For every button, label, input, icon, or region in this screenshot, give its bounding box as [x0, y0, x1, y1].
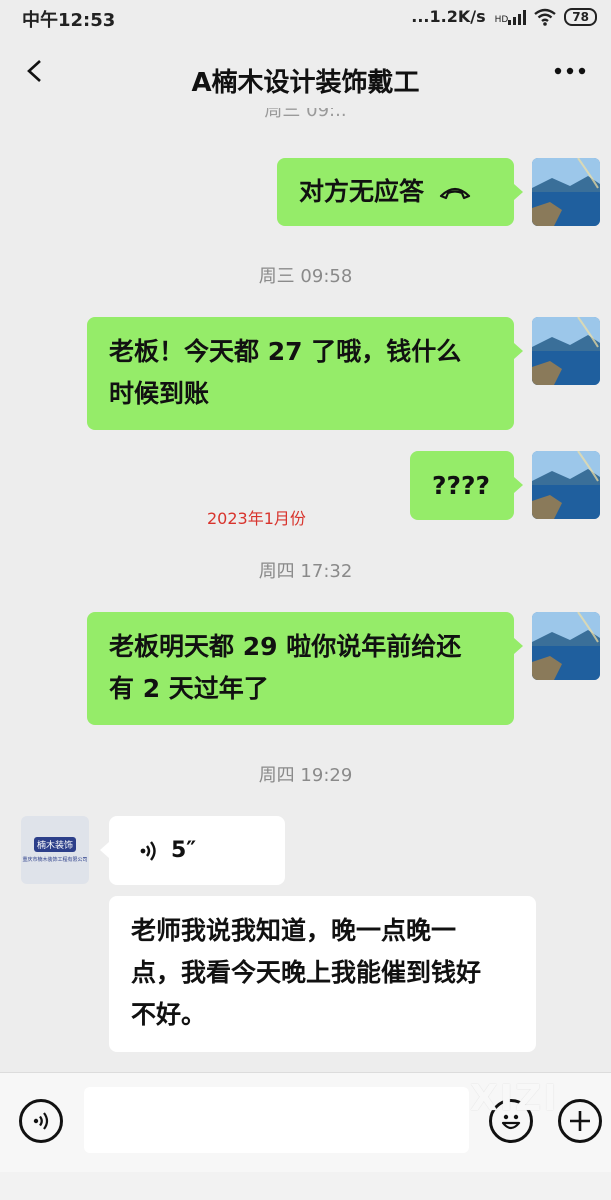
- message-bubble-call[interactable]: 对方无应答: [277, 158, 514, 226]
- timestamp: 周四 17:32: [258, 561, 353, 582]
- bubble-tail: [514, 343, 523, 359]
- landscape-avatar-image: [532, 158, 600, 226]
- more-dots-icon[interactable]: [553, 64, 587, 78]
- my-avatar[interactable]: [532, 451, 600, 519]
- hd-label: HD: [494, 14, 509, 25]
- battery-indicator: 78: [564, 7, 597, 26]
- message-input[interactable]: [84, 1087, 469, 1153]
- message-line: 有 2 天过年了: [109, 674, 269, 703]
- bubble-tail: [514, 477, 523, 493]
- my-avatar[interactable]: [532, 158, 600, 226]
- voice-duration: 5″: [171, 837, 197, 863]
- chat-header: A楠木设计装饰戴工: [0, 40, 611, 112]
- my-avatar[interactable]: [532, 612, 600, 680]
- system-nav-bar: [0, 1172, 611, 1200]
- message-line: 不好。: [131, 1000, 207, 1029]
- bubble-tail: [514, 184, 523, 200]
- bubble-tail: [514, 638, 523, 654]
- landscape-avatar-image: [532, 451, 600, 519]
- message-bubble[interactable]: 老板明天都 29 啦你说年前给还 有 2 天过年了: [87, 612, 514, 725]
- watermark: XIZI: [470, 1078, 559, 1119]
- message-line: 老板明天都 29 啦你说年前给还: [109, 632, 462, 661]
- status-time: 中午12:53: [22, 10, 116, 31]
- message-bubble[interactable]: ????: [410, 451, 514, 520]
- voice-wave-icon: [140, 840, 156, 861]
- voice-message-bubble[interactable]: 5″: [109, 816, 285, 885]
- voice-input-button[interactable]: [19, 1099, 63, 1143]
- message-line: 点，我看今天晚上我能催到钱好: [131, 958, 482, 987]
- wifi-icon: [534, 8, 557, 26]
- net-speed: ...1.2K/s: [411, 7, 486, 26]
- plus-icon: [570, 1111, 590, 1131]
- company-logo: 楠木装饰: [33, 837, 76, 852]
- status-right: ...1.2K/s HD 78: [411, 7, 597, 26]
- company-name: 重庆市楠木装饰工程有限公司: [22, 857, 88, 863]
- hangup-phone-icon: [439, 187, 471, 200]
- contact-avatar[interactable]: 楠木装饰 重庆市楠木装饰工程有限公司: [21, 816, 89, 884]
- call-status-text: 对方无应答: [299, 177, 425, 206]
- chat-title: A楠木设计装饰戴工: [191, 68, 420, 98]
- landscape-avatar-image: [532, 612, 600, 680]
- signal-icon: HD: [494, 9, 527, 25]
- timestamp-clipped: 周三 09:..: [264, 108, 347, 121]
- plus-button[interactable]: [558, 1099, 602, 1143]
- voice-input-icon: [33, 1112, 49, 1130]
- my-avatar[interactable]: [532, 317, 600, 385]
- timestamp: 周三 09:58: [258, 266, 353, 287]
- annotation-text: 2023年1月份: [207, 509, 306, 528]
- timestamp: 周四 19:29: [258, 765, 353, 786]
- message-bubble[interactable]: 老板！今天都 27 了哦，钱什么 时候到账: [87, 317, 514, 430]
- bubble-tail: [100, 842, 109, 858]
- message-line: 老板！今天都 27 了哦，钱什么: [109, 337, 462, 366]
- status-bar: 中午12:53 ...1.2K/s HD 78: [0, 0, 611, 34]
- message-line: 时候到账: [109, 379, 210, 408]
- landscape-avatar-image: [532, 317, 600, 385]
- message-line: 老师我说我知道，晚一点晚一: [131, 916, 457, 945]
- message-bubble[interactable]: 老师我说我知道，晚一点晚一 点，我看今天晚上我能催到钱好 不好。: [109, 896, 536, 1052]
- message-text: ????: [432, 471, 491, 500]
